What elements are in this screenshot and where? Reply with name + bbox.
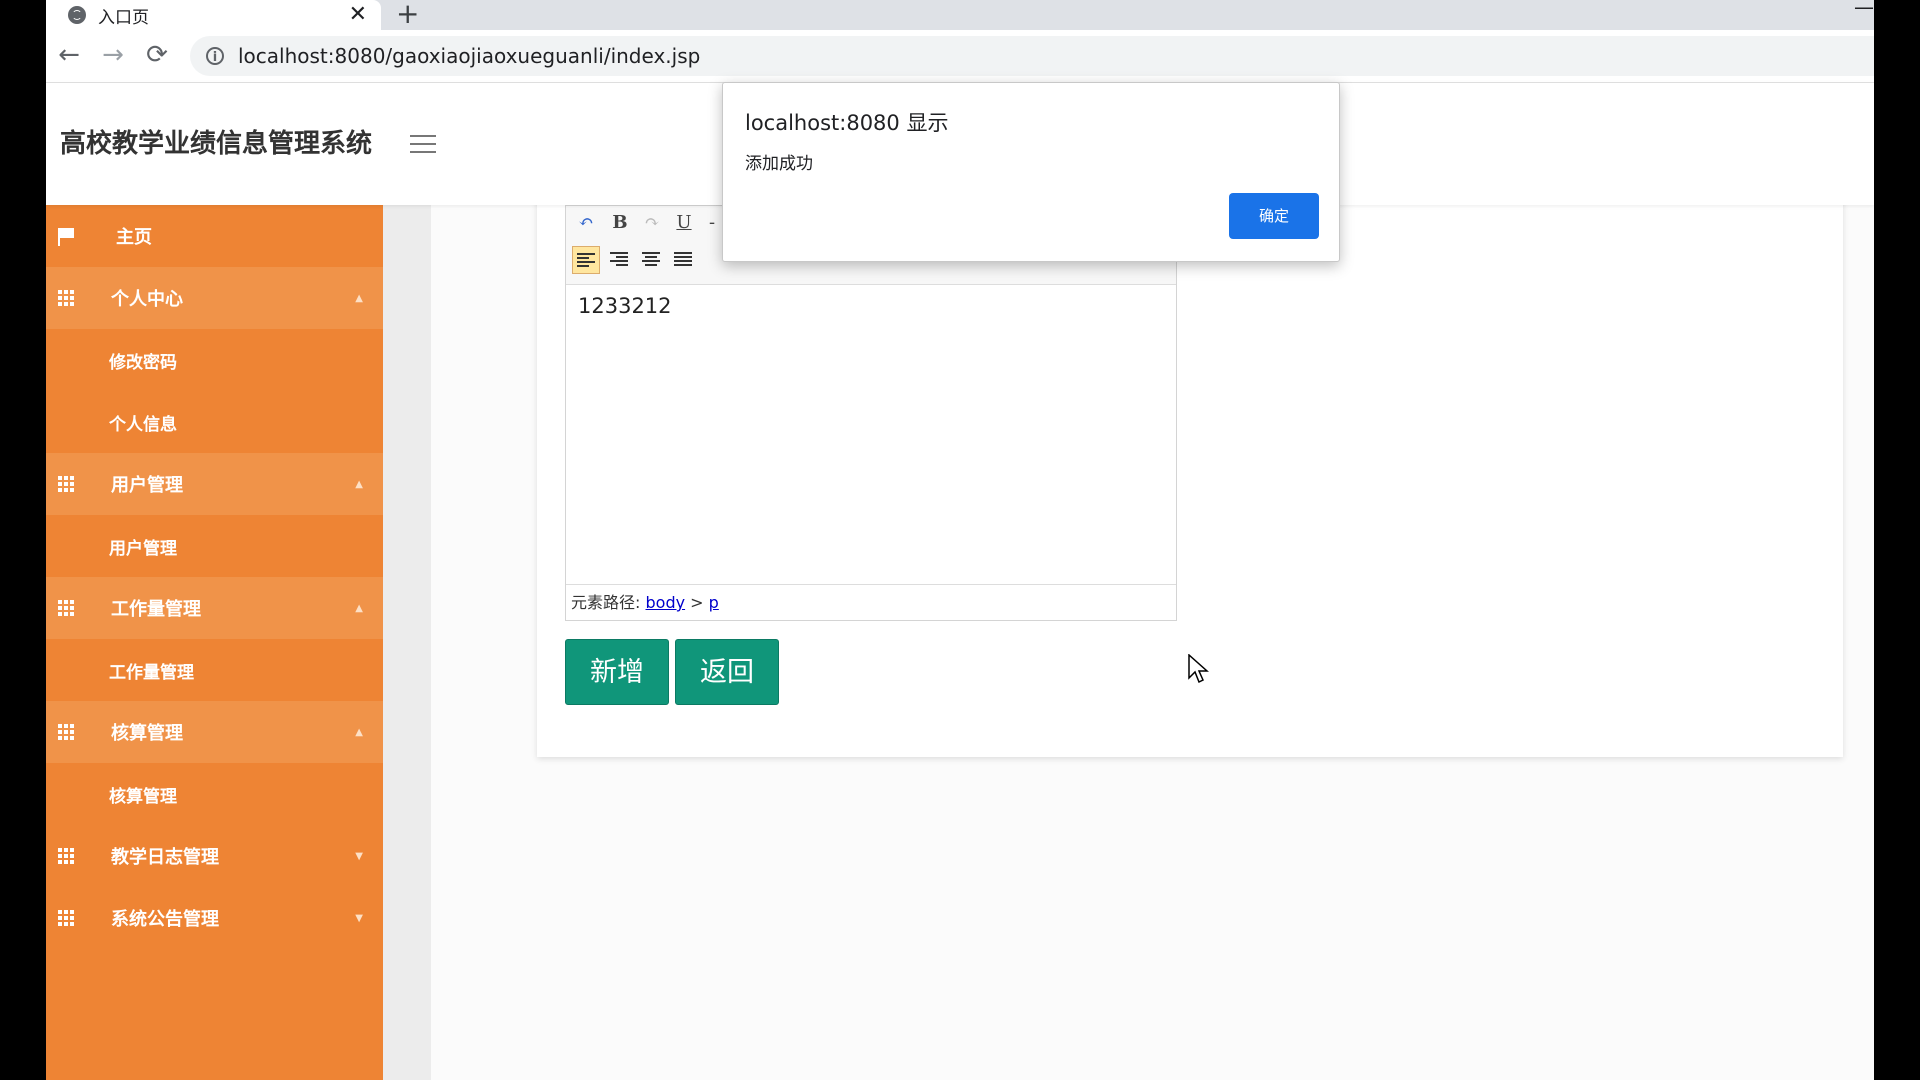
sidebar-group-label: 工作量管理 [111,599,201,620]
path-separator: > [690,593,704,612]
globe-icon [68,6,86,24]
align-center-icon[interactable] [638,246,666,274]
sidebar-item-personal-info[interactable]: 个人信息 [46,391,383,453]
align-justify-icon[interactable] [670,246,698,274]
sidebar-group-label: 核算管理 [111,723,183,744]
redo-icon[interactable]: ↷ [638,209,666,237]
address-bar: ← → ⟳ i localhost:8080/gaoxiaojiaoxuegua… [46,30,1874,83]
sidebar-group-label: 教学日志管理 [111,847,219,868]
path-body-link[interactable]: body [646,593,686,612]
path-p-link[interactable]: p [709,593,719,612]
sidebar-group-label: 用户管理 [111,475,183,496]
minimize-button[interactable]: — [1854,0,1874,20]
sidebar-item-home[interactable]: 主页 [46,205,383,267]
sidebar-item-label: 工作量管理 [109,662,194,683]
sidebar-group-label: 系统公告管理 [111,909,219,930]
sidebar-item-accounting[interactable]: 核算管理 [46,763,383,825]
chevron-up-icon: ▲ [355,478,363,490]
alert-dialog: localhost:8080 显示 添加成功 确定 [722,82,1340,262]
grid-icon [58,724,76,740]
sidebar-group-announcements[interactable]: 系统公告管理 ▼ [46,887,383,949]
tab-title: 入口页 [98,7,149,28]
element-path: 元素路径: body > p [566,584,1176,620]
sidebar-item-workload[interactable]: 工作量管理 [46,639,383,701]
mouse-cursor-icon [1188,654,1209,684]
underline-icon[interactable]: U [670,209,698,237]
chevron-up-icon: ▲ [355,726,363,738]
back-button-form[interactable]: 返回 [675,639,779,705]
rich-text-editor: ↶ B ↷ U - 1233212 元素路径: body > p [565,205,1177,621]
sidebar-item-label: 用户管理 [109,538,177,559]
info-icon[interactable]: i [206,47,224,65]
content-gutter [383,205,431,1080]
tab-bar: 入口页 ✕ + — [46,0,1874,30]
editor-content[interactable]: 1233212 [566,284,1176,594]
forward-button[interactable]: → [98,40,128,70]
sidebar-item-users[interactable]: 用户管理 [46,515,383,577]
dialog-title: localhost:8080 显示 [745,111,949,135]
sidebar-item-label: 核算管理 [109,786,177,807]
sidebar-group-teaching-log[interactable]: 教学日志管理 ▼ [46,825,383,887]
url-text: localhost:8080/gaoxiaojiaoxueguanli/inde… [238,44,701,68]
chevron-up-icon: ▲ [355,602,363,614]
align-left-icon[interactable] [572,246,600,274]
reload-button[interactable]: ⟳ [142,40,172,70]
sidebar-item-label: 个人信息 [109,414,177,435]
app-title: 高校教学业绩信息管理系统 [60,129,373,159]
undo-icon[interactable]: ↶ [572,209,600,237]
grid-icon [58,600,76,616]
sidebar-item-label: 修改密码 [109,352,177,373]
screen: 入口页 ✕ + — ← → ⟳ i localhost:8080/gaoxiao… [0,0,1920,1080]
menu-icon[interactable] [410,135,436,155]
close-icon[interactable]: ✕ [349,4,367,26]
align-right-icon[interactable] [606,246,634,274]
sidebar-item-label: 主页 [116,227,152,248]
ok-button[interactable]: 确定 [1229,193,1319,239]
flag-icon [58,228,76,246]
sidebar: 主页 个人中心 ▲ 修改密码 个人信息 用户管理 ▲ 用户管理 工作量管理 ▲ … [46,205,383,1080]
dialog-message: 添加成功 [745,154,813,174]
chevron-down-icon: ▼ [355,850,363,862]
main-content: ↶ B ↷ U - 1233212 元素路径: body > p 新增 返回 [431,185,1874,1080]
grid-icon [58,290,76,306]
back-button[interactable]: ← [54,40,84,70]
add-button[interactable]: 新增 [565,639,669,705]
sidebar-group-workload[interactable]: 工作量管理 ▲ [46,577,383,639]
chevron-up-icon: ▲ [355,292,363,304]
element-path-label: 元素路径: [571,593,641,612]
chevron-down-icon: ▼ [355,912,363,924]
sidebar-group-users[interactable]: 用户管理 ▲ [46,453,383,515]
sidebar-group-label: 个人中心 [111,289,183,310]
sidebar-item-change-password[interactable]: 修改密码 [46,329,383,391]
bold-icon[interactable]: B [606,209,634,237]
sidebar-group-accounting[interactable]: 核算管理 ▲ [46,701,383,763]
grid-icon [58,476,76,492]
sidebar-group-personal[interactable]: 个人中心 ▲ [46,267,383,329]
new-tab-button[interactable]: + [396,0,419,30]
browser-tab[interactable]: 入口页 ✕ [46,0,381,30]
grid-icon [58,910,76,926]
grid-icon [58,848,76,864]
url-input[interactable]: i localhost:8080/gaoxiaojiaoxueguanli/in… [190,36,1874,76]
